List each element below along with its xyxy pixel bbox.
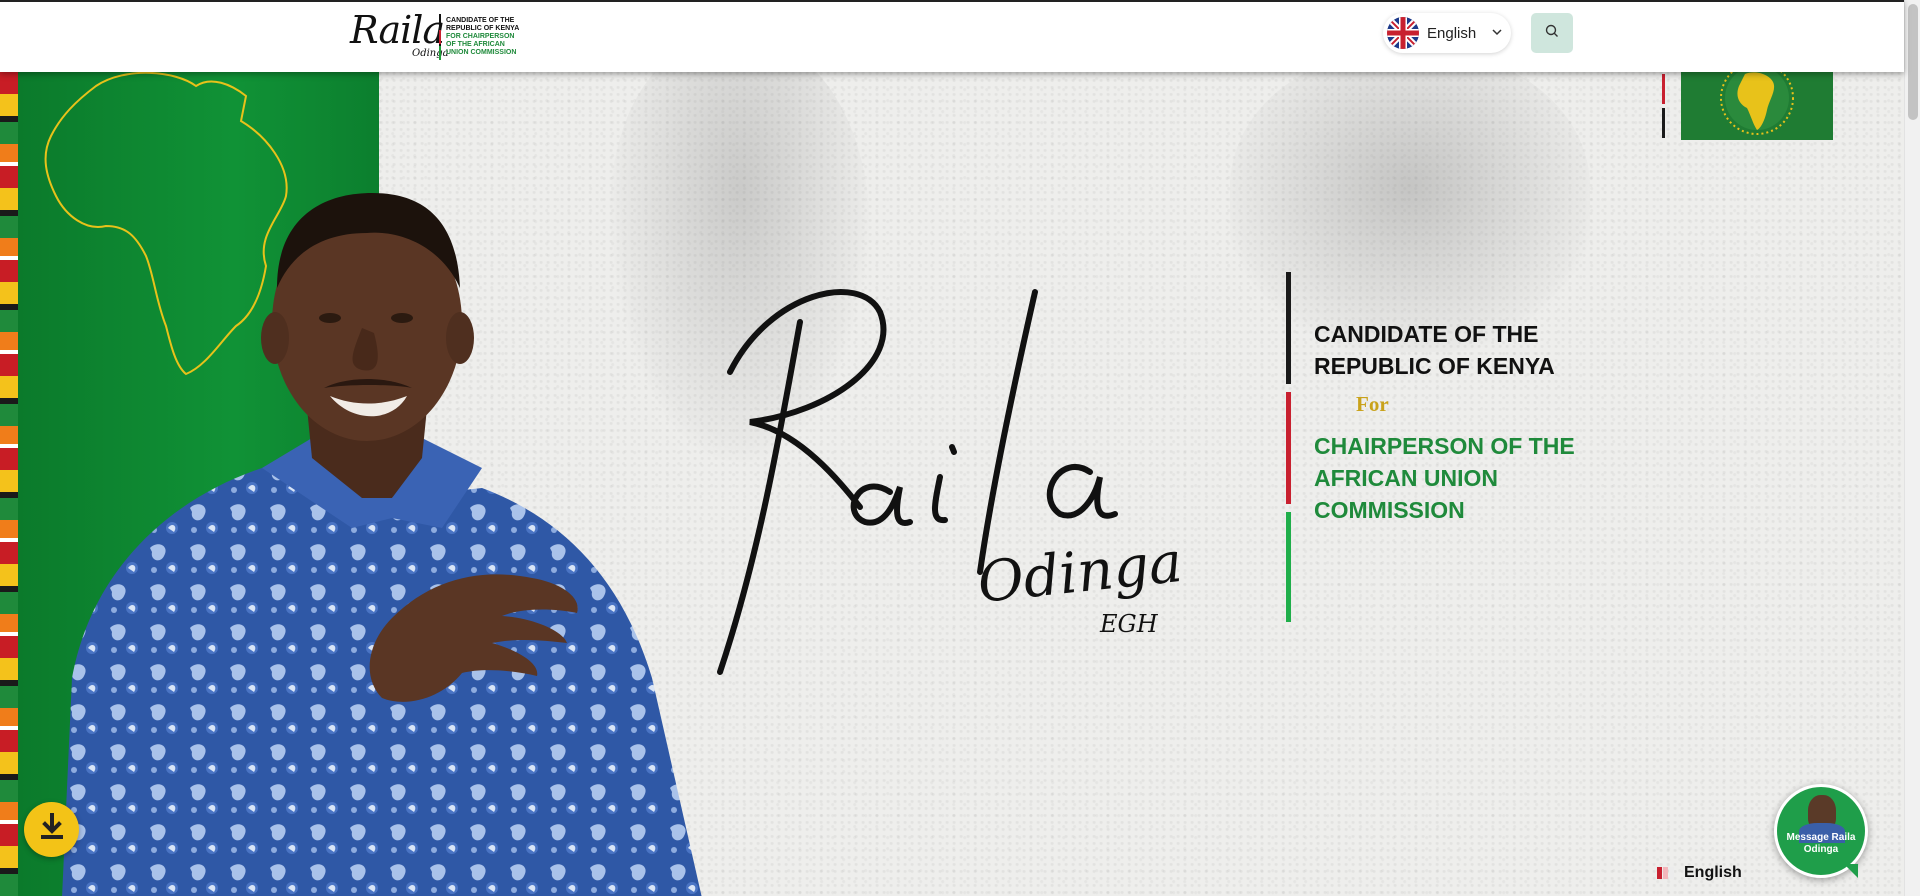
logo-script: Raila	[350, 8, 445, 52]
signature-suffix: EGH	[1099, 610, 1159, 638]
kenya-flag-icon	[1657, 867, 1675, 879]
logo-tagline: CANDIDATE OF THE REPUBLIC OF KENYA FOR C…	[446, 17, 526, 57]
language-switcher-footer[interactable]: English	[1657, 862, 1742, 884]
emblem-line-black	[1662, 108, 1665, 138]
site-logo[interactable]: Raila Odinga CANDIDATE OF THE REPUBLIC O…	[350, 8, 520, 68]
uk-flag-icon	[1387, 17, 1419, 49]
hero-banner: Odinga EGH CANDIDATE OF THE REPUBLIC OF …	[0, 72, 1904, 896]
signature-wordmark: Odinga EGH	[717, 289, 1186, 675]
campaign-tagline: CANDIDATE OF THE REPUBLIC OF KENYA For C…	[1286, 272, 1606, 632]
language-footer-label: English	[1684, 864, 1742, 881]
signature-lastname: Odinga	[975, 530, 1186, 616]
tagline-bar-black	[1286, 272, 1291, 384]
tagline-bar-red	[1286, 392, 1291, 504]
download-icon	[38, 812, 66, 847]
search-icon	[1545, 24, 1559, 43]
logo-tagline-candidate: CANDIDATE OF THE REPUBLIC OF KENYA	[446, 17, 520, 32]
language-selector[interactable]: English	[1383, 13, 1511, 53]
page: Raila Odinga CANDIDATE OF THE REPUBLIC O…	[0, 0, 1920, 896]
tagline-candidate: CANDIDATE OF THE REPUBLIC OF KENYA	[1314, 321, 1555, 379]
logo-divider-red	[439, 30, 441, 44]
language-label: English	[1427, 24, 1477, 42]
download-button[interactable]	[24, 802, 79, 857]
african-union-emblem	[1681, 72, 1833, 140]
search-button[interactable]	[1531, 13, 1573, 53]
message-bubble-tail	[1844, 864, 1858, 878]
vertical-scrollbar[interactable]	[1904, 0, 1920, 896]
message-button-label: Message Raila Odinga	[1786, 832, 1856, 855]
tagline-chairperson: CHAIRPERSON OF THE AFRICAN UNION COMMISS…	[1314, 433, 1575, 523]
logo-divider-green	[439, 46, 441, 60]
site-header: Raila Odinga CANDIDATE OF THE REPUBLIC O…	[0, 0, 1904, 72]
candidate-portrait	[62, 193, 702, 896]
chevron-down-icon	[1492, 27, 1502, 39]
scrollbar-thumb[interactable]	[1908, 4, 1918, 120]
tagline-bar-green	[1286, 512, 1291, 622]
logo-script-small: Odinga	[412, 48, 449, 59]
tagline-for: For	[1356, 392, 1389, 416]
emblem-line-red	[1662, 74, 1665, 104]
logo-tagline-chairperson: FOR CHAIRPERSON OF THE AFRICAN UNION COM…	[446, 33, 517, 56]
kente-pattern-strip	[0, 72, 18, 896]
